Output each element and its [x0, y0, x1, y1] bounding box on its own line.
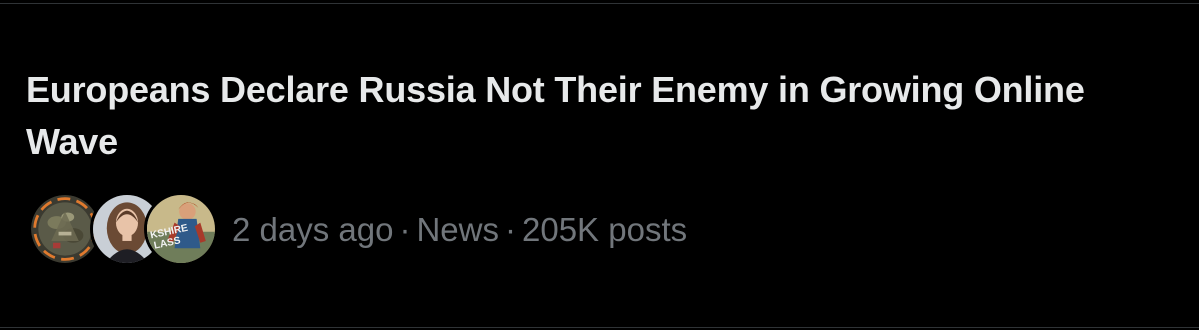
trend-meta-row: KSHIRE LASS 2 days ago · News · 205K posts [28, 190, 687, 270]
trend-category: News [416, 211, 499, 248]
trend-headline: Europeans Declare Russia Not Their Enemy… [26, 69, 1085, 162]
comic-art-avatar[interactable]: KSHIRE LASS [144, 192, 218, 266]
trend-time-ago: 2 days ago [232, 211, 394, 248]
comic-art-icon: KSHIRE LASS [147, 195, 215, 263]
trend-card[interactable]: Europeans Declare Russia Not Their Enemy… [0, 0, 1199, 330]
bottom-divider [0, 327, 1199, 328]
meta-separator: · [505, 211, 516, 248]
camouflage-soldier-icon [31, 195, 99, 263]
trend-meta: 2 days ago · News · 205K posts [232, 210, 687, 250]
meta-separator: · [399, 211, 411, 248]
trend-post-count: 205K posts [522, 211, 688, 248]
avatar-stack: KSHIRE LASS [28, 190, 218, 270]
